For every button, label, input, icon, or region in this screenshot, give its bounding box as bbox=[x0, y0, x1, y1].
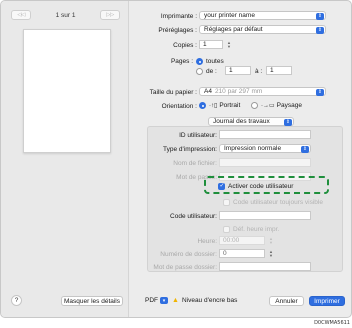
chevron-updown-icon: ⇕ bbox=[316, 26, 324, 34]
folder-number-field[interactable]: 0 bbox=[219, 249, 265, 258]
user-id-field[interactable] bbox=[219, 130, 311, 139]
set-print-time-option[interactable]: Déf. heure impr. bbox=[223, 226, 279, 233]
landscape-label: Paysage bbox=[276, 102, 302, 109]
warning-icon: ▲ bbox=[172, 297, 179, 304]
always-show-user-code-checkbox[interactable] bbox=[223, 199, 230, 206]
folder-password-field[interactable] bbox=[219, 262, 311, 271]
pages-to-field[interactable]: 1 bbox=[266, 66, 292, 75]
pages-range-radio[interactable] bbox=[196, 68, 203, 75]
portrait-label: Portrait bbox=[219, 102, 241, 109]
orientation-label: Orientation : bbox=[161, 103, 197, 110]
copies-label: Copies : bbox=[173, 42, 197, 49]
print-type-value: Impression normale bbox=[224, 145, 282, 152]
section-select[interactable]: Journal des travaux ⇕ bbox=[208, 117, 294, 126]
set-print-time-label: Déf. heure impr. bbox=[233, 226, 280, 233]
chevron-updown-icon: ⇕ bbox=[301, 145, 309, 153]
pages-to-label: à : bbox=[255, 68, 263, 75]
print-type-label: Type d'impression: bbox=[163, 146, 217, 153]
time-field[interactable]: 00:00 bbox=[219, 236, 265, 245]
portrait-icon: ·↑▯ bbox=[209, 103, 218, 109]
page-navigator: ◁◁ 1 sur 1 ▷▷ bbox=[11, 9, 120, 21]
section-value: Journal des travaux bbox=[213, 118, 270, 125]
preview-pane: ◁◁ 1 sur 1 ▷▷ bbox=[1, 1, 129, 317]
always-show-user-code-label: Code utilisateur toujours visible bbox=[233, 199, 323, 206]
print-dialog: ◁◁ 1 sur 1 ▷▷ Imprimante : your printer … bbox=[0, 0, 352, 318]
paper-size-value: A4 bbox=[204, 88, 212, 95]
printer-select[interactable]: your printer name ⇕ bbox=[199, 11, 326, 20]
pdf-menu-button[interactable]: PDF ▾ bbox=[145, 297, 168, 304]
page-preview bbox=[23, 29, 111, 153]
folder-number-stepper[interactable]: ▲ ▼ bbox=[268, 249, 274, 258]
user-code-field[interactable] bbox=[219, 211, 311, 220]
landscape-icon: ·→▭ bbox=[261, 103, 275, 109]
folder-number-label: Numéro de dossier: bbox=[160, 251, 217, 258]
time-label: Heure: bbox=[197, 238, 217, 245]
pages-range-option[interactable]: de : bbox=[196, 68, 217, 75]
page-counter: 1 sur 1 bbox=[55, 11, 76, 19]
callout-highlight bbox=[204, 176, 329, 194]
print-type-select[interactable]: Impression normale ⇕ bbox=[219, 144, 311, 153]
chevron-updown-icon: ⇕ bbox=[284, 118, 292, 126]
orientation-portrait-option[interactable]: ·↑▯ Portrait bbox=[199, 102, 240, 109]
folder-password-label: Mot de passe dossier: bbox=[153, 264, 217, 271]
chevron-updown-icon: ⇕ bbox=[316, 88, 324, 96]
figure-code: D0CWMA5611 bbox=[314, 320, 350, 326]
landscape-radio[interactable] bbox=[251, 102, 258, 109]
pages-label: Pages : bbox=[170, 58, 193, 65]
pages-from-field[interactable]: 1 bbox=[225, 66, 251, 75]
print-button[interactable]: Imprimer bbox=[309, 296, 345, 306]
orientation-landscape-option[interactable]: ·→▭ Paysage bbox=[251, 102, 302, 109]
copies-field[interactable]: 1 bbox=[199, 40, 223, 49]
file-name-label: Nom de fichier: bbox=[173, 160, 217, 167]
cancel-button[interactable]: Annuler bbox=[269, 296, 304, 306]
portrait-radio[interactable] bbox=[199, 102, 206, 109]
next-page-button[interactable]: ▷▷ bbox=[100, 10, 120, 20]
file-name-field[interactable] bbox=[219, 158, 311, 167]
help-button[interactable]: ? bbox=[11, 295, 22, 306]
ink-warning: ▲ Niveau d'encre bas bbox=[172, 297, 237, 304]
printer-value: your printer name bbox=[204, 12, 255, 19]
pages-from-label: de : bbox=[206, 68, 217, 75]
previous-page-button[interactable]: ◁◁ bbox=[11, 10, 31, 20]
pages-all-option[interactable]: toutes bbox=[196, 58, 224, 65]
printer-label: Imprimante : bbox=[160, 13, 197, 20]
always-show-user-code-option[interactable]: Code utilisateur toujours visible bbox=[223, 199, 323, 206]
set-print-time-checkbox[interactable] bbox=[223, 226, 230, 233]
presets-select[interactable]: Réglages par défaut ⇕ bbox=[199, 25, 326, 34]
pdf-label: PDF bbox=[145, 297, 158, 304]
presets-label: Préréglages : bbox=[158, 27, 197, 34]
chevron-updown-icon: ⇕ bbox=[316, 12, 324, 20]
presets-value: Réglages par défaut bbox=[204, 26, 263, 33]
ink-warning-text: Niveau d'encre bas bbox=[181, 297, 238, 304]
time-stepper[interactable]: ▲ ▼ bbox=[268, 236, 274, 245]
user-code-label: Code utilisateur: bbox=[170, 213, 217, 220]
hide-details-button[interactable]: Masquer les détails bbox=[61, 296, 123, 306]
paper-size-select[interactable]: A4 210 par 297 mm ⇕ bbox=[199, 87, 326, 96]
paper-size-label: Taille du papier : bbox=[149, 89, 197, 96]
chevron-down-icon: ▾ bbox=[160, 297, 168, 304]
copies-stepper[interactable]: ▲ ▼ bbox=[226, 40, 232, 49]
pages-all-radio[interactable] bbox=[196, 58, 203, 65]
user-id-label: ID utilisateur: bbox=[179, 132, 217, 139]
pages-all-label: toutes bbox=[206, 58, 224, 65]
paper-size-dimensions: 210 par 297 mm bbox=[214, 88, 263, 95]
